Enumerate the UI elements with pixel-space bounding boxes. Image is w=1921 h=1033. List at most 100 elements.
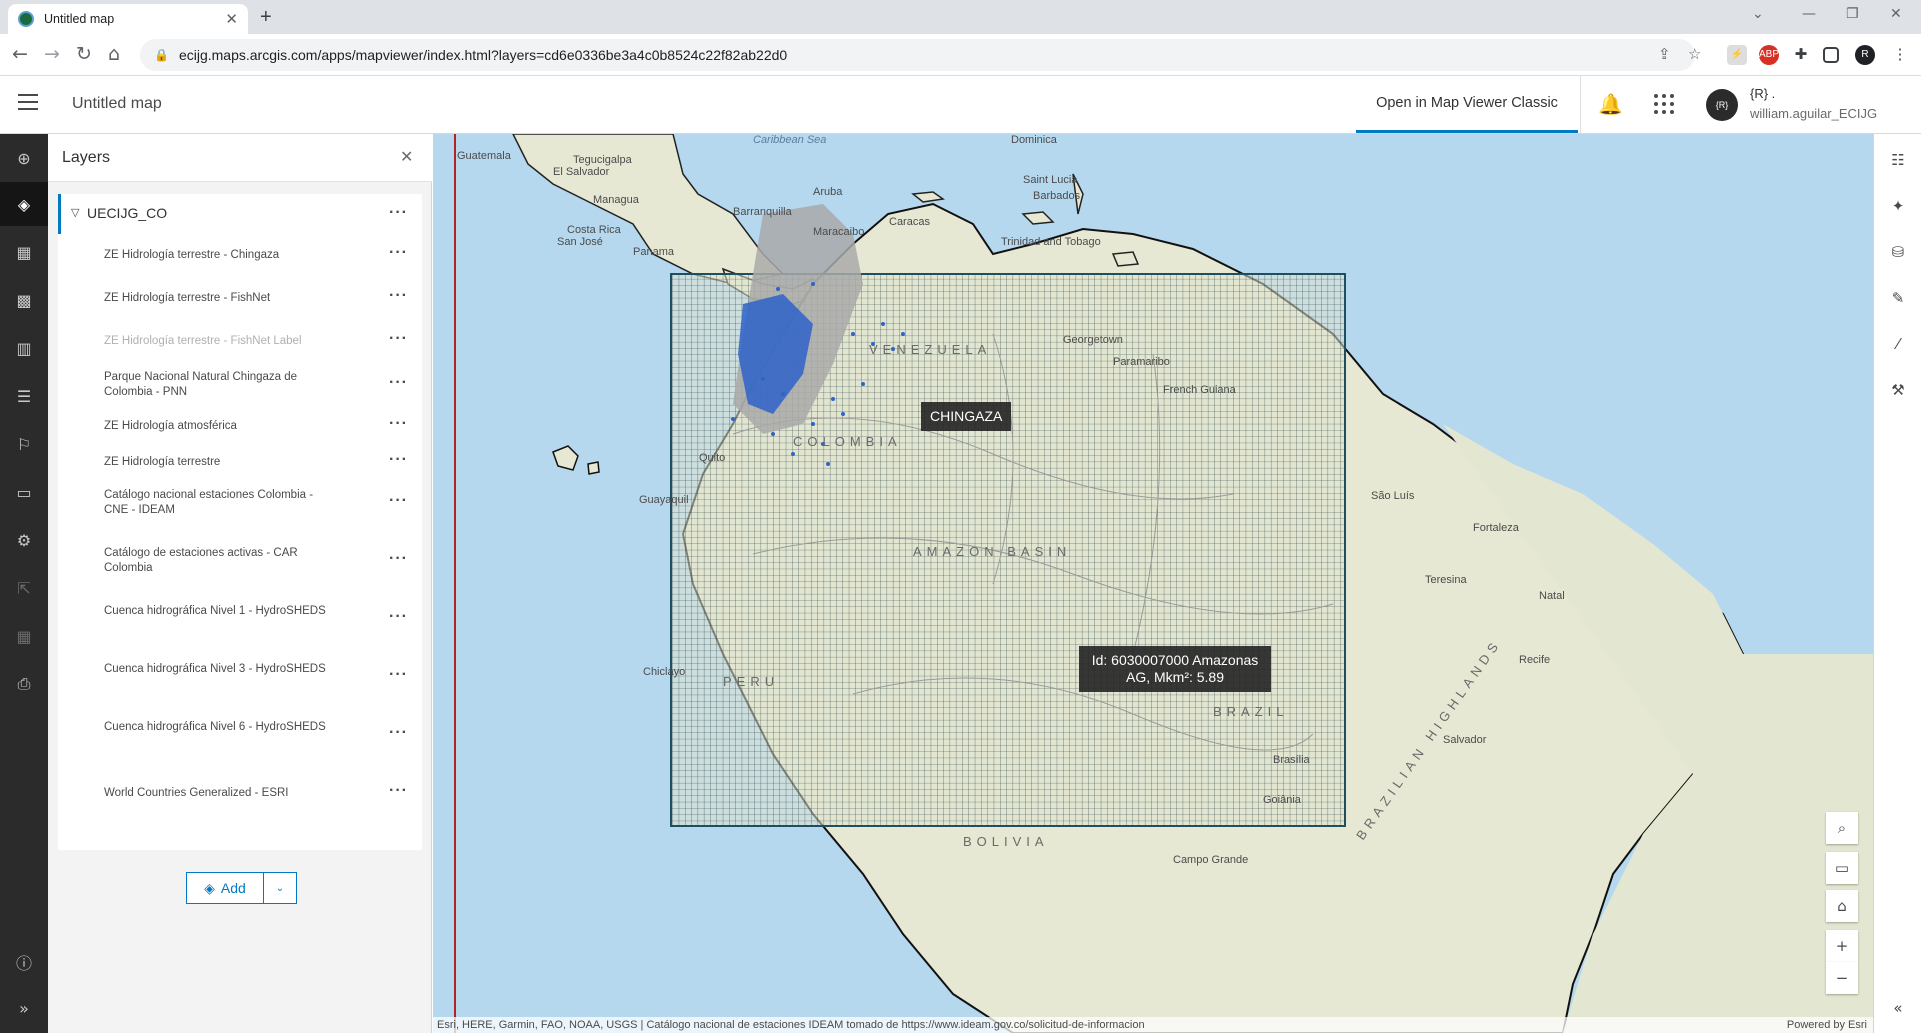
print-icon[interactable]: ⎙	[0, 662, 48, 706]
map-title: Untitled map	[72, 95, 162, 112]
map-label: Caribbean Sea	[753, 134, 827, 146]
layer-options-icon[interactable]: ···	[389, 330, 408, 348]
layers-panel: Layers ✕ ▽ UECIJG_CO ··· ZE Hidrología t…	[48, 134, 432, 1033]
legend-icon[interactable]: ☰	[0, 374, 48, 418]
new-tab-icon[interactable]: +	[260, 6, 272, 29]
user-short-name[interactable]: {R} .	[1750, 86, 1775, 101]
map-label: Teresina	[1425, 574, 1467, 586]
close-tab-icon[interactable]: ✕	[225, 10, 238, 28]
bookmark-star-icon[interactable]: ☆	[1688, 45, 1701, 63]
create-app-icon[interactable]: ▦	[0, 614, 48, 658]
basemap-icon[interactable]: ▩	[0, 278, 48, 322]
action-bar: ⊕ ◈ ▦ ▩ ▥ ☰ ⚐ ▭ ⚙ ⇱ ▦ ⎙ ⓘ »	[0, 134, 48, 1033]
user-name[interactable]: william.aguilar_ECIJG	[1750, 106, 1877, 121]
add-layer-icon[interactable]: ⊕	[0, 136, 48, 180]
settings-icon[interactable]: ⚙	[0, 518, 48, 562]
map-label: COLOMBIA	[793, 434, 902, 449]
tab-search-icon[interactable]: ⌄	[1752, 6, 1764, 22]
layer-options-icon[interactable]: ···	[389, 724, 408, 742]
search-icon[interactable]: ⌕	[1826, 812, 1858, 844]
collapse-icon[interactable]: «	[1874, 986, 1921, 1030]
add-layer-split-button: ◈ Add ⌄	[186, 872, 297, 904]
layer-options-icon[interactable]: ···	[389, 287, 408, 305]
zoom-out-icon[interactable]: −	[1826, 962, 1858, 994]
tab-title: Untitled map	[44, 12, 115, 26]
share-page-icon[interactable]: ⇪	[1658, 45, 1671, 63]
avatar[interactable]: {R}	[1706, 89, 1738, 121]
map-label: Costa Rica	[567, 224, 621, 236]
charts-icon[interactable]: ▥	[0, 326, 48, 370]
map-properties-icon[interactable]: ▭	[0, 470, 48, 514]
forward-icon[interactable]: →	[44, 43, 60, 65]
map-label: Paramaribo	[1113, 356, 1170, 368]
layer-label: ZE Hidrología atmosférica	[104, 420, 237, 432]
chevron-down-icon[interactable]: ⌄	[264, 872, 297, 904]
layer-options-icon[interactable]: ···	[389, 415, 408, 433]
chevron-down-icon[interactable]: ▽	[71, 206, 79, 219]
app-launcher-icon[interactable]	[1654, 94, 1674, 114]
expand-icon[interactable]: »	[0, 986, 48, 1030]
map-label: Fortaleza	[1473, 522, 1519, 534]
device-location-icon[interactable]: ▭	[1826, 852, 1858, 884]
layer-options-icon[interactable]: ···	[389, 608, 408, 626]
layer-options-icon[interactable]: ···	[389, 550, 408, 568]
side-panel-icon[interactable]	[1823, 47, 1839, 63]
open-classic-link[interactable]: Open in Map Viewer Classic	[1356, 76, 1578, 133]
fields-icon[interactable]: ⁄	[1874, 322, 1921, 366]
back-icon[interactable]: ←	[12, 43, 28, 65]
feature-popup[interactable]: Id: 6030007000 Amazonas AG, Mkm²: 5.89	[1079, 646, 1271, 692]
layer-label: ZE Hidrología terrestre - FishNet Label	[104, 335, 302, 347]
layer-options-icon[interactable]: ···	[389, 374, 408, 392]
layer-label: Catálogo nacional estaciones Colombia - …	[104, 489, 314, 516]
layer-options-icon[interactable]: ···	[389, 492, 408, 510]
minimize-icon[interactable]: —	[1802, 6, 1816, 22]
layer-options-icon[interactable]: ···	[389, 782, 408, 800]
menu-icon[interactable]	[18, 94, 38, 110]
restore-icon[interactable]: ❐	[1846, 6, 1859, 22]
tables-icon[interactable]: ▦	[0, 230, 48, 274]
settings-bar: ☷ ✦ ⛁ ✎ ⁄ ⚒ «	[1873, 134, 1921, 1033]
layer-options-icon[interactable]: ···	[389, 666, 408, 684]
layers-icon: ◈	[204, 879, 215, 896]
profile-icon[interactable]: R	[1855, 45, 1875, 65]
group-options-icon[interactable]: ···	[389, 204, 408, 222]
address-bar[interactable]: 🔒 ecijg.maps.arcgis.com/apps/mapviewer/i…	[140, 39, 1701, 71]
layer-options-icon[interactable]: ···	[389, 244, 408, 262]
layer-label: Catálogo de estaciones activas - CAR Col…	[104, 547, 298, 574]
styles-icon[interactable]: ⛁	[1874, 230, 1921, 274]
zoom-in-icon[interactable]: +	[1826, 930, 1858, 962]
map-label: Caracas	[889, 216, 930, 228]
map-label: San José	[557, 236, 603, 248]
feature-popup-line: Id: 6030007000 Amazonas	[1091, 652, 1259, 668]
bookmarks-icon[interactable]: ⚐	[0, 422, 48, 466]
info-icon[interactable]: ⓘ	[0, 940, 48, 984]
powered-by-esri-link[interactable]: Powered by Esri	[1787, 1017, 1867, 1033]
close-window-icon[interactable]: ✕	[1890, 6, 1902, 22]
chingaza-label-popup[interactable]: CHINGAZA	[921, 402, 1012, 431]
configure-icon[interactable]: ⚒	[1874, 368, 1921, 412]
arcgis-favicon-icon	[18, 11, 34, 27]
close-icon[interactable]: ✕	[400, 147, 413, 166]
map-label: Barbados	[1033, 190, 1081, 202]
notifications-icon[interactable]: 🔔	[1598, 92, 1623, 116]
adblock-icon[interactable]: ABP	[1759, 45, 1779, 65]
share-icon[interactable]: ⇱	[0, 566, 48, 610]
home-icon[interactable]: ⌂	[108, 43, 120, 65]
extension-icon[interactable]: ⚡	[1727, 45, 1747, 65]
add-button[interactable]: ◈ Add	[186, 872, 264, 904]
pop-ups-icon[interactable]: ✎	[1874, 276, 1921, 320]
map-view[interactable]: Caribbean Sea Guatemala Tegucigalpa El S…	[433, 134, 1873, 1033]
layer-options-icon[interactable]: ···	[389, 451, 408, 469]
map-canvas[interactable]	[433, 134, 1873, 1033]
browser-tab[interactable]: Untitled map ✕	[8, 4, 248, 34]
properties-icon[interactable]: ☷	[1874, 138, 1921, 182]
effects-icon[interactable]: ✦	[1874, 184, 1921, 228]
extensions-puzzle-icon[interactable]: ✚	[1791, 45, 1811, 65]
browser-menu-icon[interactable]: ⋮	[1890, 45, 1910, 65]
home-extent-icon[interactable]: ⌂	[1826, 890, 1858, 922]
map-label: El Salvador	[553, 166, 610, 178]
layers-icon[interactable]: ◈	[0, 182, 48, 226]
group-layer[interactable]: ▽ UECIJG_CO ···	[58, 194, 422, 234]
lock-icon[interactable]: 🔒	[154, 48, 169, 62]
reload-icon[interactable]: ↻	[76, 43, 92, 65]
